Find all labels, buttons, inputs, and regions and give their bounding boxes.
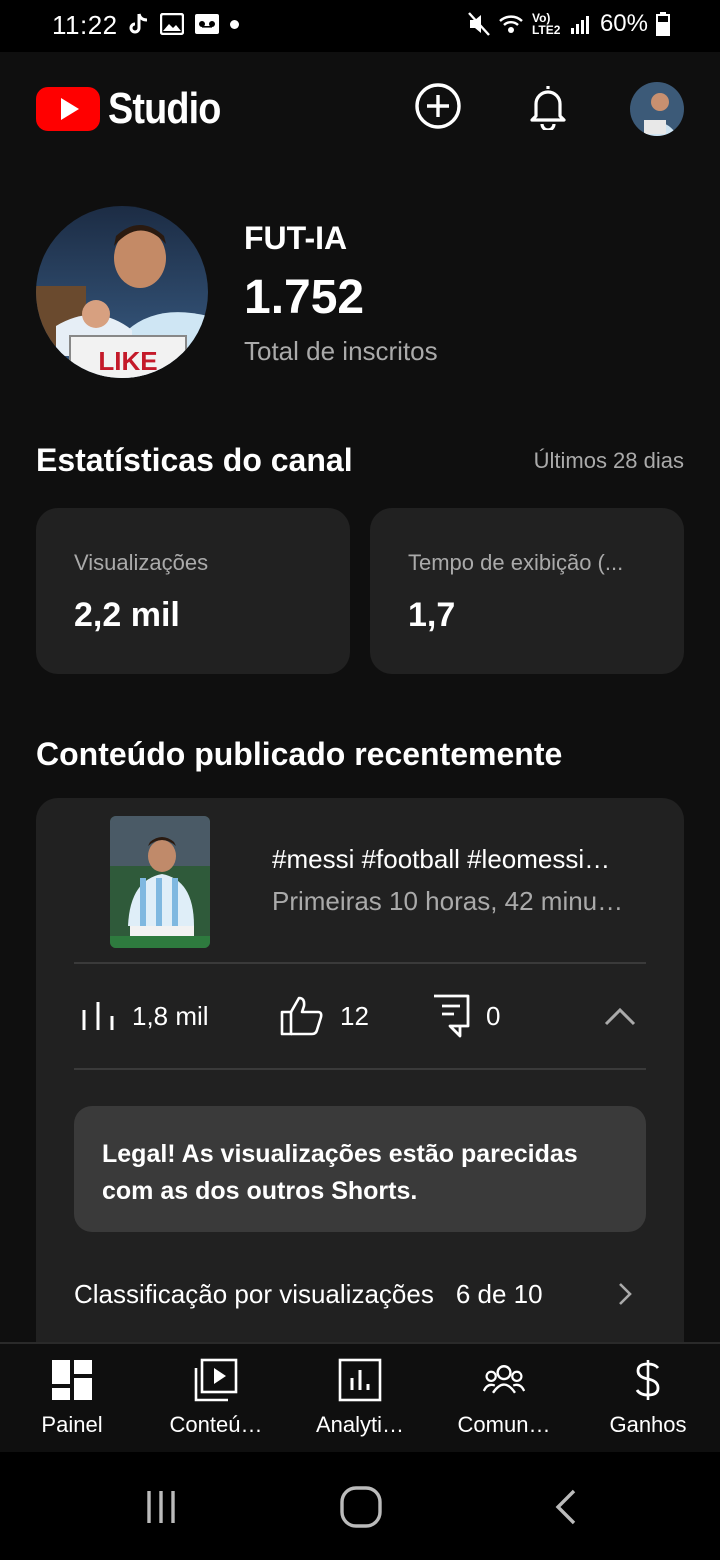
dashboard-icon (50, 1358, 94, 1402)
channel-name: FUT-IA (244, 220, 348, 256)
rank-value: 6 de 10 (455, 1278, 543, 1309)
stat-card-watch-time[interactable]: Tempo de exibição (... 1,7 (370, 508, 684, 674)
nav-label: Painel (41, 1412, 103, 1437)
views-count: 1,8 mil (132, 1000, 209, 1031)
divider (74, 962, 646, 964)
video-subtitle: Primeiras 10 horas, 42 minu… (272, 886, 624, 916)
recent-content-title: Conteúdo publicado recentemente (36, 736, 563, 772)
more-notifications-dot (230, 19, 239, 29)
signal-icon (570, 16, 589, 34)
avatar-image (630, 82, 684, 136)
bottom-navigation: Painel Conteú… Analyti… Comun… Ganhos (0, 1342, 720, 1452)
logo-text: Studio (108, 84, 221, 133)
earnings-icon (626, 1358, 670, 1402)
performance-insight: Legal! As visualizações estão parecidas … (74, 1106, 646, 1232)
thumbnail-image (110, 816, 210, 948)
channel-stats-title: Estatísticas do canal (36, 442, 353, 478)
recent-video-card: #messi #football #leomessi… Primeiras 10… (36, 798, 684, 1418)
nav-analytics[interactable]: Analyti… (288, 1344, 432, 1452)
studio-app: Studio LIKE FUT-IA 1.752 Total de inscri… (0, 52, 720, 1452)
stat-label: Tempo de exibição (... (408, 550, 624, 575)
comments-metric: 0 (432, 992, 500, 1040)
gallery-icon (160, 13, 184, 35)
notification-icons (128, 12, 239, 36)
likes-metric: 12 (280, 992, 369, 1040)
likes-count: 12 (340, 1000, 369, 1031)
comment-icon (434, 994, 470, 1038)
battery-icon (656, 12, 670, 36)
app-header: Studio (0, 52, 720, 164)
stat-value: 1,7 (408, 596, 456, 634)
stats-period: Últimos 28 dias (533, 448, 684, 473)
status-bar: 11:22 Vo) LTE2 60% (0, 0, 720, 52)
nav-label: Ganhos (609, 1412, 687, 1437)
home-button[interactable] (336, 1482, 386, 1532)
chevron-up-icon (604, 1007, 636, 1026)
home-icon (340, 1486, 382, 1528)
create-icon (415, 83, 461, 129)
stat-value: 2,2 mil (74, 596, 180, 634)
bell-icon (530, 86, 566, 130)
channel-avatar-image: LIKE (36, 206, 208, 378)
voicemail-icon (195, 14, 219, 34)
views-ranking-row[interactable]: Classificação por visualizações 6 de 10 (74, 1274, 646, 1314)
create-button[interactable] (412, 80, 464, 132)
battery-percent: 60% (599, 10, 648, 37)
recents-icon (147, 1491, 175, 1523)
wifi-icon (499, 15, 523, 33)
youtube-play-icon (36, 87, 100, 131)
back-button[interactable] (540, 1482, 590, 1532)
recents-button[interactable] (136, 1482, 186, 1532)
stat-card-views[interactable]: Visualizações 2,2 mil (36, 508, 350, 674)
network-label: Vo) LTE2 (531, 11, 561, 37)
back-icon (555, 1489, 576, 1525)
notifications-button[interactable] (522, 80, 574, 132)
comments-count: 0 (486, 1000, 501, 1031)
channel-avatar[interactable]: LIKE (36, 206, 208, 378)
tiktok-icon (129, 13, 148, 34)
system-status: Vo) LTE2 60% (468, 10, 670, 38)
community-icon (482, 1358, 526, 1402)
avatar-like-text: LIKE (98, 346, 157, 376)
nav-label: Analyti… (315, 1412, 405, 1437)
rank-label: Classificação por visualizações (74, 1278, 434, 1309)
views-metric: 1,8 mil (80, 992, 209, 1040)
views-bar-icon (82, 1002, 114, 1030)
collapse-button[interactable] (602, 1002, 638, 1032)
subscriber-count: 1.752 (244, 271, 365, 324)
youtube-studio-logo[interactable]: Studio (36, 84, 239, 134)
nav-dashboard[interactable]: Painel (0, 1344, 144, 1452)
system-navigation-bar (0, 1452, 720, 1560)
thumbs-up-icon (280, 996, 323, 1036)
nav-earnings[interactable]: Ganhos (576, 1344, 720, 1452)
mute-icon (468, 12, 490, 36)
chevron-right-icon (619, 1283, 632, 1305)
nav-label: Comun… (457, 1412, 551, 1437)
stat-label: Visualizações (74, 550, 209, 575)
nav-label: Conteú… (169, 1412, 263, 1437)
video-title[interactable]: #messi #football #leomessi… (272, 844, 648, 875)
content-icon (194, 1358, 238, 1402)
nav-community[interactable]: Comun… (432, 1344, 576, 1452)
subscriber-label: Total de inscritos (244, 336, 438, 366)
video-thumbnail[interactable] (110, 816, 210, 948)
nav-content[interactable]: Conteú… (144, 1344, 288, 1452)
divider (74, 1068, 646, 1070)
analytics-icon (338, 1358, 382, 1402)
status-time: 11:22 (52, 10, 118, 40)
account-avatar[interactable] (630, 82, 684, 136)
